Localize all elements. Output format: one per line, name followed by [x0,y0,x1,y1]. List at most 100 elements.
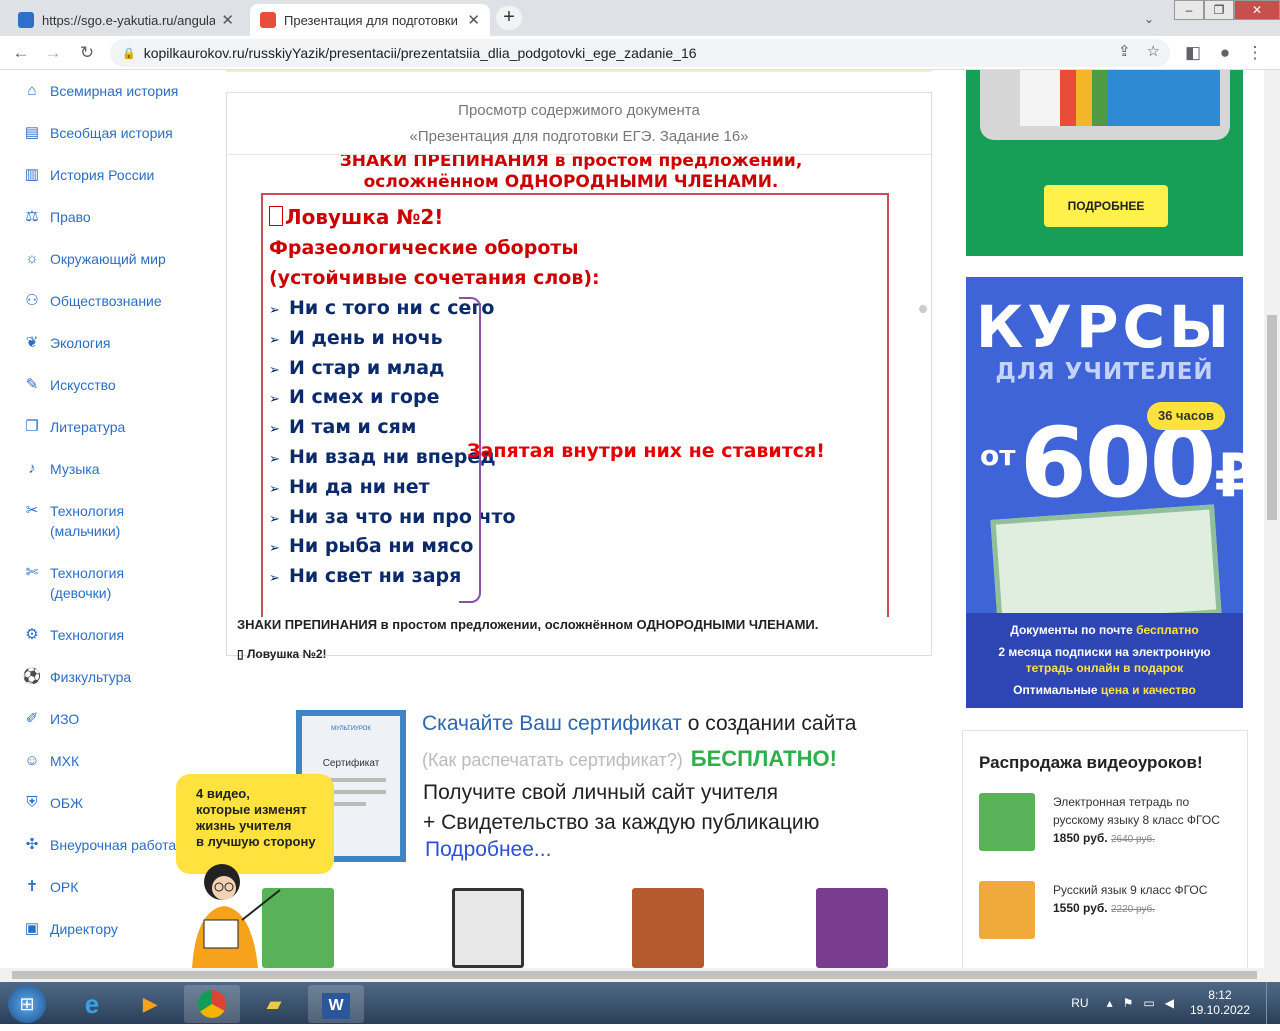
promo-bubble[interactable]: 4 видео, которые изменят жизнь учителя в… [176,774,334,874]
sale-item-name[interactable]: Электронная тетрадь по русскому языку 8 … [1053,793,1243,829]
ad-banner-laptop[interactable]: ПОДРОБНЕЕ [966,70,1243,256]
url-text: kopilkaurokov.ru/russkiyYazik/presentaci… [143,45,697,61]
page-scrollbar[interactable] [1264,70,1280,968]
arrow-bullet-icon: ➢ [269,392,280,408]
slide-phrase-text: И день и ночь [289,326,443,349]
arrow-bullet-icon: ➢ [269,481,280,497]
scissors-icon: ✄ [25,564,39,581]
bookmark-star-icon[interactable]: ☆ [1147,42,1160,60]
back-icon[interactable]: ← [10,42,32,64]
sidebar-item-label: Внеурочная работа [50,837,177,853]
product-box[interactable] [632,888,704,968]
horizontal-scrollbar[interactable] [0,968,1280,982]
close-icon[interactable]: ✕ [467,11,480,29]
product-box[interactable] [816,888,888,968]
media-player-icon[interactable]: ▶ [122,985,178,1023]
close-icon[interactable]: ✕ [221,11,234,29]
sidebar-item[interactable]: ⛨ ОБЖ [22,793,83,813]
sidebar-item-label: Окружающий мир [50,251,166,267]
close-window-button[interactable]: ✕ [1234,0,1280,20]
sidebar-item[interactable]: ❐ Литература [22,417,125,437]
sale-item-price: 1550 руб. [1053,901,1108,915]
tab-presentation[interactable]: Презентация для подготовки ЕГЭ ✕ [250,4,490,36]
page-scroll-thumb[interactable] [1267,315,1277,520]
sidebar-item[interactable]: ✎ Искусство [22,375,116,395]
new-tab-button[interactable]: + [496,6,522,30]
sidebar-item[interactable]: ⚽ Физкультура [22,667,132,687]
slide-phrase-text: И там и сям [289,416,417,439]
laptop-image [980,70,1230,140]
sidebar-item-label: ОРК [50,879,79,895]
word-icon[interactable]: W [308,985,364,1023]
sidebar-item[interactable]: ♪ Музыка [22,459,99,479]
sale-item-name[interactable]: Русский язык 9 класс ФГОС [1053,881,1243,899]
cert-benefits: Получите свой личный сайт учителя + Свид… [423,778,819,838]
sidebar-item[interactable]: ✣ Внеурочная работа [22,835,177,855]
more-button[interactable]: ПОДРОБНЕЕ [1044,185,1168,227]
slide-phrases-title: Фразеологические обороты [269,237,579,259]
explorer-folder-icon[interactable]: ▰ [246,985,302,1023]
arrow-bullet-icon: ➢ [269,541,280,557]
ad-banner-courses[interactable]: КУРСЫ ДЛЯ УЧИТЕЛЕЙ 600₽ от 36 часов Доку… [966,277,1243,708]
sidebar-item[interactable]: ⚇ Обществознание [22,291,162,311]
cert-download-link[interactable]: Скачайте Ваш сертификат [422,712,682,735]
lock-icon[interactable]: 🔒 [122,47,136,60]
sidebar-item[interactable]: ✂ Технология (мальчики) [22,501,150,541]
product-image[interactable] [979,881,1035,939]
share-icon[interactable]: ⇪ [1118,42,1131,60]
shield-icon: ⛨ [26,794,38,811]
sidebar-item-label: Обществознание [50,293,162,309]
tab-search-chevron-icon[interactable]: ⌄ [1138,8,1160,30]
maximize-button[interactable]: ❐ [1204,0,1234,20]
tray-arrow-icon[interactable]: ▴ [1107,996,1113,1010]
minimize-button[interactable]: – [1174,0,1204,20]
sidebar-item[interactable]: ▥ История России [22,165,154,185]
page-content: ⌂ Всемирная история ▤ Всеобщая история ▥ Исто… [0,70,1264,968]
slide-phrase-item: ➢ И день и ночь [269,327,443,349]
product-image[interactable] [979,793,1035,851]
sidebar-item[interactable]: ⚖ Право [22,207,90,227]
open-book-icon: ❐ [25,418,39,435]
viewer-scroll-thumb[interactable] [919,305,927,313]
flag-icon[interactable]: ⚑ [1123,996,1134,1010]
cert-more-link[interactable]: Подробнее... [425,838,551,862]
cert-howto-link[interactable]: (Как распечатать сертификат?) [422,750,683,770]
viewer-scrollbar[interactable] [915,155,931,617]
sidebar-item[interactable]: ▤ Всеобщая история [22,123,173,143]
tab-sgo[interactable]: https://sgo.e-yakutia.ru/angular/ ✕ [8,4,244,36]
viewer-header: Просмотр содержимого документа «Презента… [227,93,931,155]
product-box[interactable] [452,888,524,968]
menu-icon[interactable]: ⋮ [1244,42,1266,64]
profile-icon[interactable]: ● [1214,42,1236,64]
cert-howto-line: (Как распечатать сертификат?) БЕСПЛАТНО! [422,746,837,772]
show-desktop-button[interactable] [1266,982,1280,1024]
slide-trap-title: Ловушка №2! [269,205,443,229]
sidebar-item[interactable]: ✝ ОРК [22,877,79,897]
side-panel-icon[interactable]: ◧ [1182,42,1204,64]
slide-phrase-item: ➢ И стар и млад [269,357,444,379]
sidebar-item[interactable]: ☼ Окружающий мир [22,249,166,269]
sidebar-item[interactable]: ▣ Директору [22,919,118,939]
sidebar-item[interactable]: ☺ МХК [22,751,79,771]
sidebar-item[interactable]: ⚙ Технология [22,625,124,645]
address-bar[interactable]: 🔒 kopilkaurokov.ru/russkiyYazik/presenta… [110,39,1170,67]
internet-explorer-icon[interactable]: e [64,985,120,1023]
sidebar-item[interactable]: ✐ ИЗО [22,709,80,729]
chrome-icon[interactable] [184,985,240,1023]
clock-time: 8:12 [1208,988,1232,1002]
slide-heading-line2: осложнённом ОДНОРОДНЫМИ ЧЛЕНАМИ. [363,172,779,192]
sidebar-item[interactable]: ⌂ Всемирная история [22,81,178,101]
network-icon[interactable]: ▭ [1143,996,1154,1010]
language-indicator[interactable]: RU [1071,996,1088,1010]
reload-icon[interactable]: ↻ [76,42,98,64]
sidebar-item[interactable]: ❦ Экология [22,333,111,353]
book-icon: ▤ [24,124,40,141]
promo-line-1: 4 видео, [196,786,250,801]
horizontal-scroll-thumb[interactable] [12,971,1257,979]
sidebar-item-label: Экология [50,335,111,351]
sidebar-item[interactable]: ✄ Технология (девочки) [22,563,150,603]
clock[interactable]: 8:12 19.10.2022 [1190,988,1250,1018]
forward-icon[interactable]: → [42,42,64,64]
volume-icon[interactable]: ◀ [1165,996,1174,1010]
start-button[interactable]: ⊞ [8,985,46,1023]
